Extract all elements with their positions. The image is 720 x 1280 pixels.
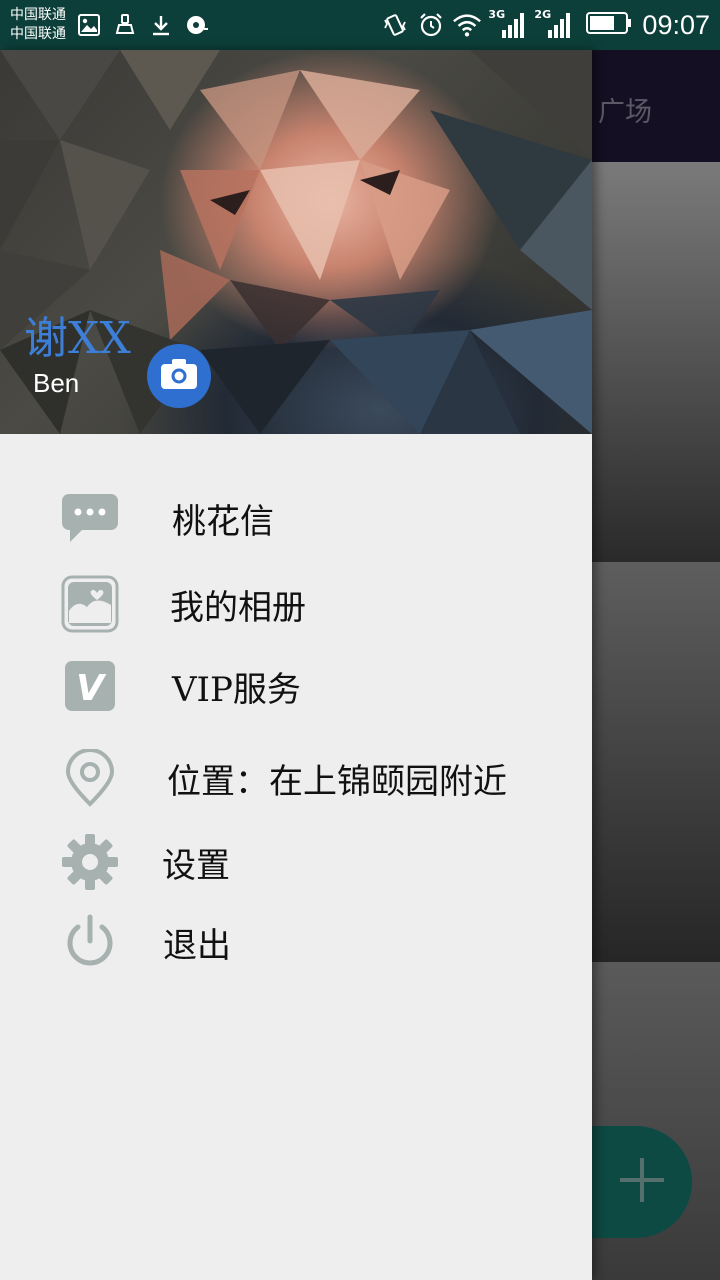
status-bar: 中国联通 中国联通 3G 2G 09:07 bbox=[0, 0, 720, 50]
carrier-2: 中国联通 bbox=[10, 26, 66, 42]
menu-item-label: 退出 bbox=[163, 925, 231, 966]
menu-item-label: VIP服务 bbox=[172, 669, 301, 710]
menu-item-messages[interactable]: 桃花信 bbox=[0, 478, 592, 558]
photo-album-icon bbox=[58, 572, 122, 636]
signal-icon: 3G bbox=[488, 8, 528, 40]
menu-item-label: 我的相册 bbox=[170, 587, 306, 628]
battery-icon bbox=[586, 11, 632, 39]
broom-icon bbox=[110, 10, 140, 40]
camera-icon bbox=[159, 357, 199, 395]
feed-card[interactable] bbox=[592, 162, 720, 562]
user-name: 谢XX bbox=[24, 313, 131, 364]
signal-icon-2: 2G bbox=[534, 8, 574, 40]
carrier-1: 中国联通 bbox=[10, 7, 66, 23]
menu-item-label: 设置 bbox=[162, 845, 230, 886]
menu-item-vip[interactable]: V VIP服务 bbox=[0, 646, 592, 726]
gear-icon bbox=[58, 830, 122, 894]
music-disc-icon bbox=[182, 10, 212, 40]
power-icon bbox=[58, 910, 122, 974]
download-icon bbox=[146, 10, 176, 40]
menu-item-album[interactable]: 我的相册 bbox=[0, 564, 592, 644]
menu-item-location[interactable]: 位置：在上锦颐园附近 bbox=[0, 738, 592, 818]
vip-icon: V bbox=[58, 654, 122, 718]
menu-item-logout[interactable]: 退出 bbox=[0, 902, 592, 982]
message-bubble-icon bbox=[58, 486, 122, 550]
menu-item-label: 位置：在上锦颐园附近 bbox=[167, 761, 507, 802]
profile-photo bbox=[0, 50, 592, 434]
feed-card[interactable] bbox=[592, 562, 720, 962]
alarm-icon bbox=[416, 10, 446, 40]
profile-header[interactable]: 谢XX Ben bbox=[0, 50, 592, 434]
main-toolbar: 广场 bbox=[592, 50, 720, 162]
clock: 09:07 bbox=[642, 9, 710, 40]
location-pin-icon bbox=[58, 746, 122, 810]
main-content: 广场 bbox=[584, 50, 720, 1280]
tab-square[interactable]: 广场 bbox=[598, 90, 652, 129]
image-icon bbox=[74, 10, 104, 40]
menu-item-settings[interactable]: 设置 bbox=[0, 822, 592, 902]
wifi-icon bbox=[452, 10, 482, 40]
menu-item-label: 桃花信 bbox=[172, 501, 274, 542]
vibrate-icon bbox=[380, 10, 410, 40]
user-alias: Ben bbox=[33, 368, 80, 398]
change-photo-button[interactable] bbox=[147, 344, 211, 408]
navigation-drawer: 谢XX Ben 桃花信 我的相册 V VIP服务 位置：在上锦颐园附近 设置 退… bbox=[0, 50, 592, 1280]
svg-text:V: V bbox=[76, 668, 107, 709]
plus-icon bbox=[616, 1154, 668, 1210]
carrier-labels: 中国联通 中国联通 bbox=[10, 6, 66, 44]
